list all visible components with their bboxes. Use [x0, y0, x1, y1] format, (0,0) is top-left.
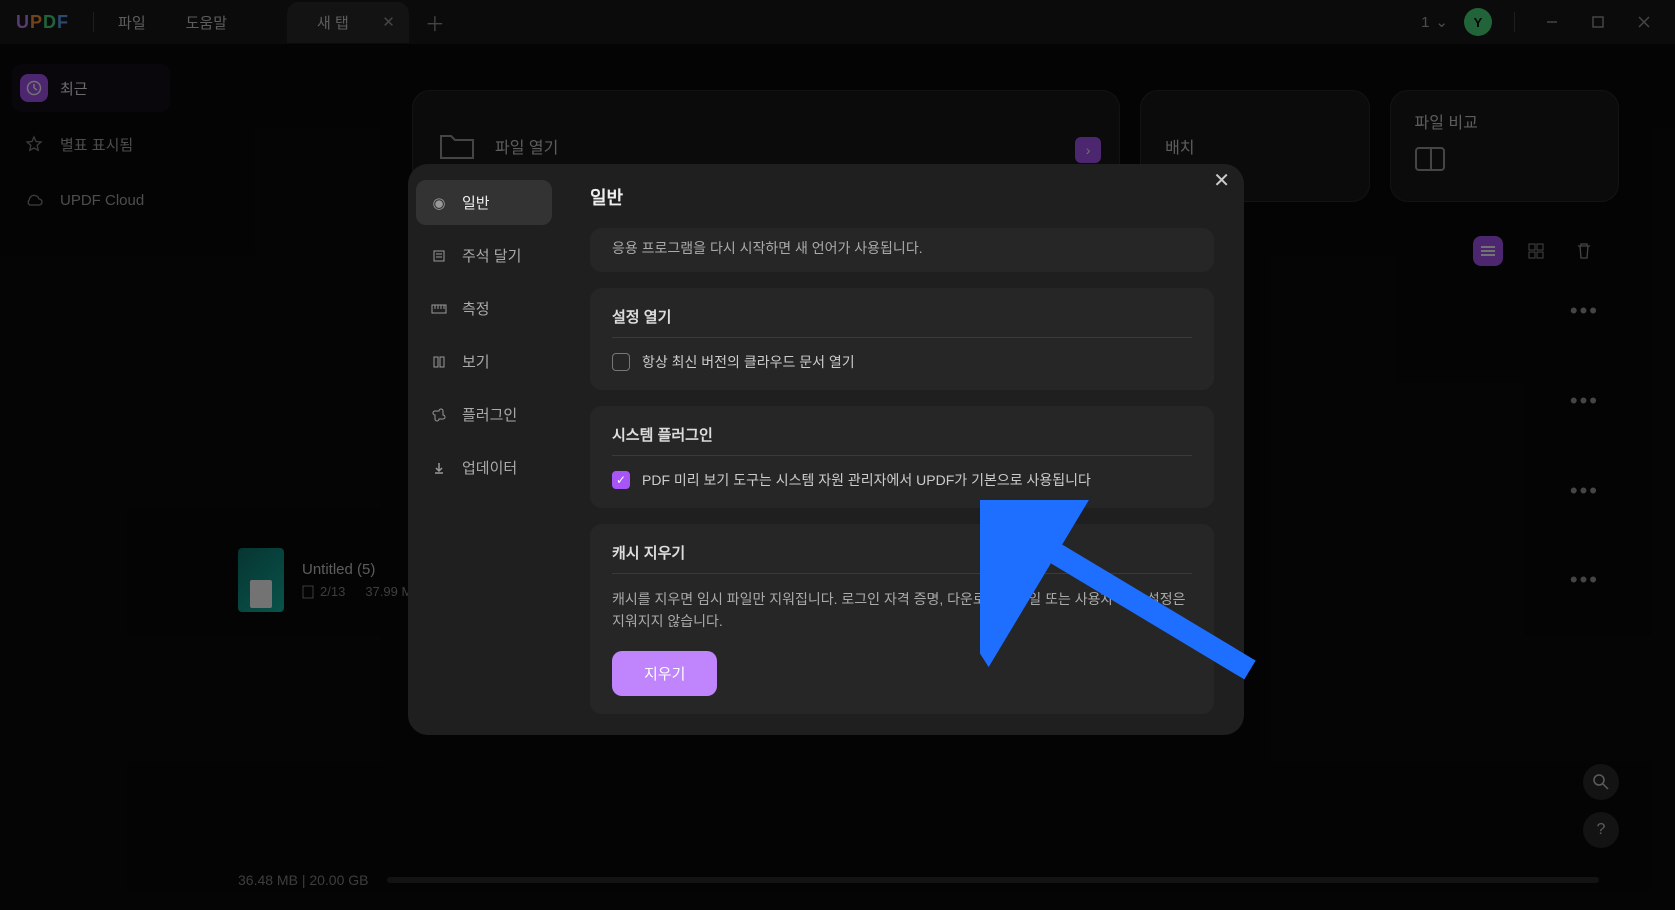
download-icon: [430, 461, 448, 475]
modal-nav-label: 업데이터: [462, 457, 517, 478]
modal-nav-view[interactable]: 보기: [416, 339, 552, 384]
modal-nav-label: 측정: [462, 298, 490, 319]
modal-nav-updater[interactable]: 업데이터: [416, 445, 552, 490]
panel-system-plugin: 시스템 플러그인 ✓ PDF 미리 보기 도구는 시스템 자원 관리자에서 UP…: [590, 406, 1214, 508]
checkbox-icon: ✓: [612, 471, 630, 489]
panel-clear-cache: 캐시 지우기 캐시를 지우면 임시 파일만 지워집니다. 로그인 자격 증명, …: [590, 524, 1214, 714]
panel-heading: 설정 열기: [612, 306, 1192, 338]
checkbox-cloud-latest[interactable]: 항상 최신 버전의 클라우드 문서 열기: [612, 352, 1192, 372]
modal-nav-general[interactable]: ◉ 일반: [416, 180, 552, 225]
panel-open-settings: 설정 열기 항상 최신 버전의 클라우드 문서 열기: [590, 288, 1214, 390]
modal-nav-annotate[interactable]: 주석 달기: [416, 233, 552, 278]
close-icon[interactable]: ✕: [1209, 164, 1234, 197]
modal-title: 일반: [590, 184, 1214, 210]
checkbox-default-pdf[interactable]: ✓ PDF 미리 보기 도구는 시스템 자원 관리자에서 UPDF가 기본으로 …: [612, 470, 1192, 490]
language-note: 응용 프로그램을 다시 시작하면 새 언어가 사용됩니다.: [612, 238, 1192, 258]
modal-nav-label: 주석 달기: [462, 245, 521, 266]
clear-cache-button[interactable]: 지우기: [612, 651, 717, 696]
modal-nav-label: 플러그인: [462, 404, 517, 425]
modal-nav-measure[interactable]: 측정: [416, 286, 552, 331]
modal-nav-label: 보기: [462, 351, 490, 372]
modal-body: 일반 ✕ 응용 프로그램을 다시 시작하면 새 언어가 사용됩니다. 설정 열기…: [560, 164, 1244, 735]
checkbox-label: PDF 미리 보기 도구는 시스템 자원 관리자에서 UPDF가 기본으로 사용…: [642, 470, 1091, 490]
modal-nav: ◉ 일반 주석 달기 측정 보기 플러그인: [408, 164, 560, 735]
view-icon: [430, 355, 448, 369]
gear-icon: ◉: [430, 194, 448, 212]
modal-nav-plugin[interactable]: 플러그인: [416, 392, 552, 437]
puzzle-icon: [430, 407, 448, 423]
panel-heading: 시스템 플러그인: [612, 424, 1192, 456]
modal-nav-label: 일반: [462, 192, 490, 213]
note-icon: [430, 249, 448, 263]
cache-description: 캐시를 지우면 임시 파일만 지워집니다. 로그인 자격 증명, 다운로드한 파…: [612, 588, 1192, 633]
checkbox-label: 항상 최신 버전의 클라우드 문서 열기: [642, 352, 855, 372]
panel-heading: 캐시 지우기: [612, 542, 1192, 574]
settings-modal: ◉ 일반 주석 달기 측정 보기 플러그인: [408, 164, 1244, 735]
checkbox-icon: [612, 353, 630, 371]
ruler-icon: [430, 304, 448, 314]
panel-language: 응용 프로그램을 다시 시작하면 새 언어가 사용됩니다.: [590, 228, 1214, 272]
